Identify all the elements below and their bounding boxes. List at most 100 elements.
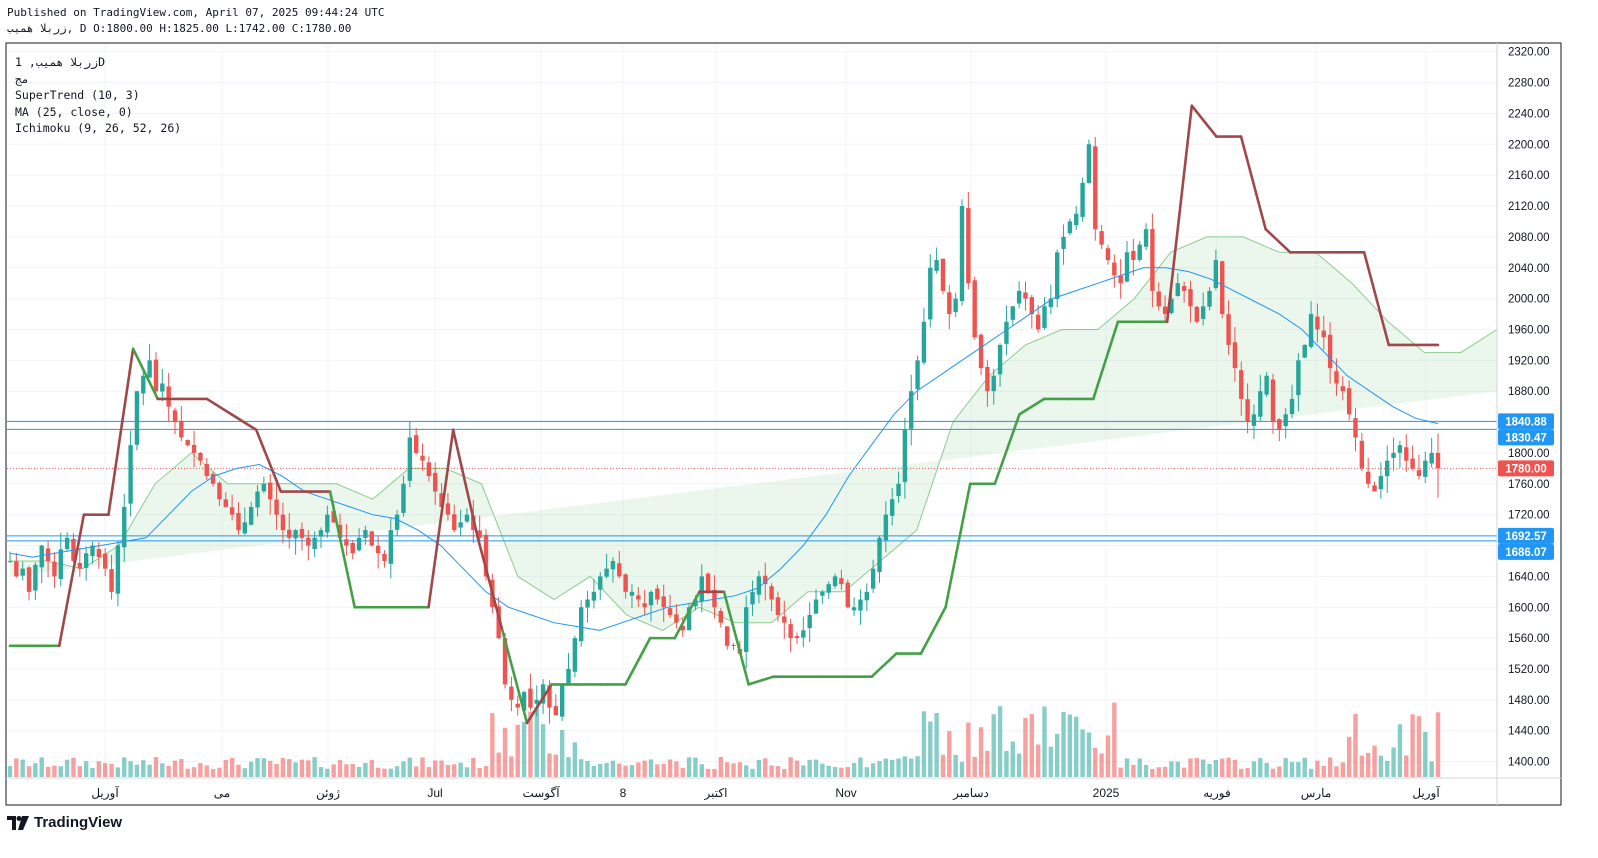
- volume-bar: [642, 760, 647, 777]
- volume-bar: [769, 765, 774, 777]
- volume-bar: [477, 767, 482, 777]
- time-tick-label: آوریل: [91, 785, 119, 800]
- price-tick-label: 2000.00: [1508, 294, 1550, 306]
- volume-bar: [502, 727, 508, 777]
- candle-body: [312, 537, 317, 549]
- volume-bar: [331, 764, 336, 777]
- candle-body: [940, 258, 946, 291]
- supertrend-segment: [254, 428, 283, 493]
- volume-bar: [896, 758, 901, 777]
- candle-body: [103, 553, 108, 569]
- legend-symbol[interactable]: زربلا همیب, 1D: [15, 54, 181, 71]
- volume-bar: [141, 760, 146, 777]
- candle-body: [801, 630, 806, 638]
- volume-bar: [153, 757, 159, 777]
- candle-body: [407, 437, 413, 481]
- candle-body: [966, 208, 971, 284]
- volume-bar: [426, 767, 432, 777]
- time-tick-label: 8: [620, 786, 627, 800]
- volume-bar: [1029, 714, 1035, 777]
- volume-bar: [775, 766, 781, 777]
- candle-body: [1372, 485, 1377, 492]
- candle-body: [1308, 314, 1314, 347]
- legend-exchange: مج: [15, 71, 29, 86]
- volume-bar: [1416, 716, 1422, 777]
- volume-bar: [160, 763, 165, 777]
- candles: [7, 137, 1441, 724]
- candle-body: [318, 530, 324, 537]
- volume-bar: [832, 766, 838, 777]
- volume-bar: [337, 760, 343, 777]
- volume-bar: [318, 766, 324, 777]
- volume-bar: [1112, 702, 1117, 777]
- volume-bar: [604, 763, 609, 777]
- candle-body: [242, 522, 248, 534]
- price-tick-label: 1880.00: [1508, 386, 1550, 398]
- candle-body: [166, 386, 171, 407]
- candle-body: [299, 528, 305, 538]
- volume-bar: [883, 758, 889, 777]
- legend-supertrend[interactable]: SuperTrend (10, 3): [15, 87, 181, 104]
- price-tick-label: 1920.00: [1508, 355, 1550, 367]
- volume-bar: [401, 761, 406, 777]
- volume-bar: [128, 761, 133, 777]
- candle-body: [1118, 275, 1123, 284]
- candle-body: [731, 644, 736, 646]
- price-chart[interactable]: 1400.00 1440.00 1480.00 1520.00 1560.00 1600.…: [0, 0, 1598, 858]
- price-tick-label: 1440.00: [1508, 726, 1550, 738]
- candle-body: [1404, 447, 1409, 461]
- time-tick-label: Nov: [835, 786, 856, 800]
- candle-body: [870, 568, 876, 589]
- volume-bar: [198, 763, 203, 777]
- volume-bar: [312, 757, 317, 777]
- candle-body: [515, 703, 520, 708]
- ichimoku-cloud-fill: [10, 236, 1497, 631]
- legend-ma[interactable]: MA (25, close, 0): [15, 104, 181, 121]
- volume-bar: [667, 759, 673, 777]
- volume-bar: [909, 758, 914, 777]
- candle-body: [559, 684, 565, 717]
- volume-bar: [623, 765, 628, 777]
- candle-body: [1429, 452, 1434, 464]
- candle-body: [1378, 476, 1384, 490]
- volume-bar: [210, 768, 216, 777]
- candle-body: [236, 512, 241, 531]
- volume-bar: [1372, 745, 1377, 777]
- candle-body: [1232, 342, 1238, 369]
- candle-body: [1035, 314, 1041, 330]
- time-tick-label: دسامبر: [952, 786, 989, 800]
- volume-bar: [915, 756, 920, 777]
- candle-body: [1365, 471, 1371, 484]
- price-label-text: 1840.88: [1505, 416, 1547, 428]
- legend-ichimoku[interactable]: Ichimoku (9, 26, 52, 26): [15, 120, 181, 137]
- price-tick-label: 2240.00: [1508, 108, 1550, 120]
- volume-bar: [394, 766, 400, 777]
- time-axis: آوریل می ژوئن Jul آگوست 8 اکتبر Nov دسامبر 2025 فو…: [91, 785, 1440, 800]
- candle-body: [394, 514, 400, 530]
- volume-bar: [680, 767, 685, 777]
- candle-body: [1353, 418, 1358, 438]
- volume-bar: [64, 759, 70, 777]
- candle-body: [77, 562, 83, 569]
- candle-body: [1435, 452, 1441, 469]
- candle-body: [1340, 386, 1345, 392]
- candle-body: [33, 564, 38, 591]
- tradingview-logo[interactable]: TradingView: [7, 814, 122, 831]
- supertrend-segment: [870, 652, 898, 678]
- candle-body: [1105, 248, 1111, 261]
- candle-body: [769, 586, 774, 600]
- volume-bar: [801, 765, 806, 777]
- candle-body: [1327, 334, 1333, 369]
- volume-bar: [306, 760, 311, 777]
- candle-body: [921, 321, 927, 363]
- volume-bar: [1302, 757, 1307, 777]
- candle-body: [928, 267, 933, 320]
- volume-bar: [591, 765, 597, 777]
- volume-bar: [991, 714, 996, 777]
- candle-body: [1004, 321, 1009, 344]
- candle-body: [109, 569, 114, 592]
- volume-bar: [191, 767, 197, 777]
- volume-bar: [661, 764, 666, 777]
- volume-bar: [1220, 758, 1225, 777]
- tradingview-logo-text: TradingView: [34, 814, 123, 831]
